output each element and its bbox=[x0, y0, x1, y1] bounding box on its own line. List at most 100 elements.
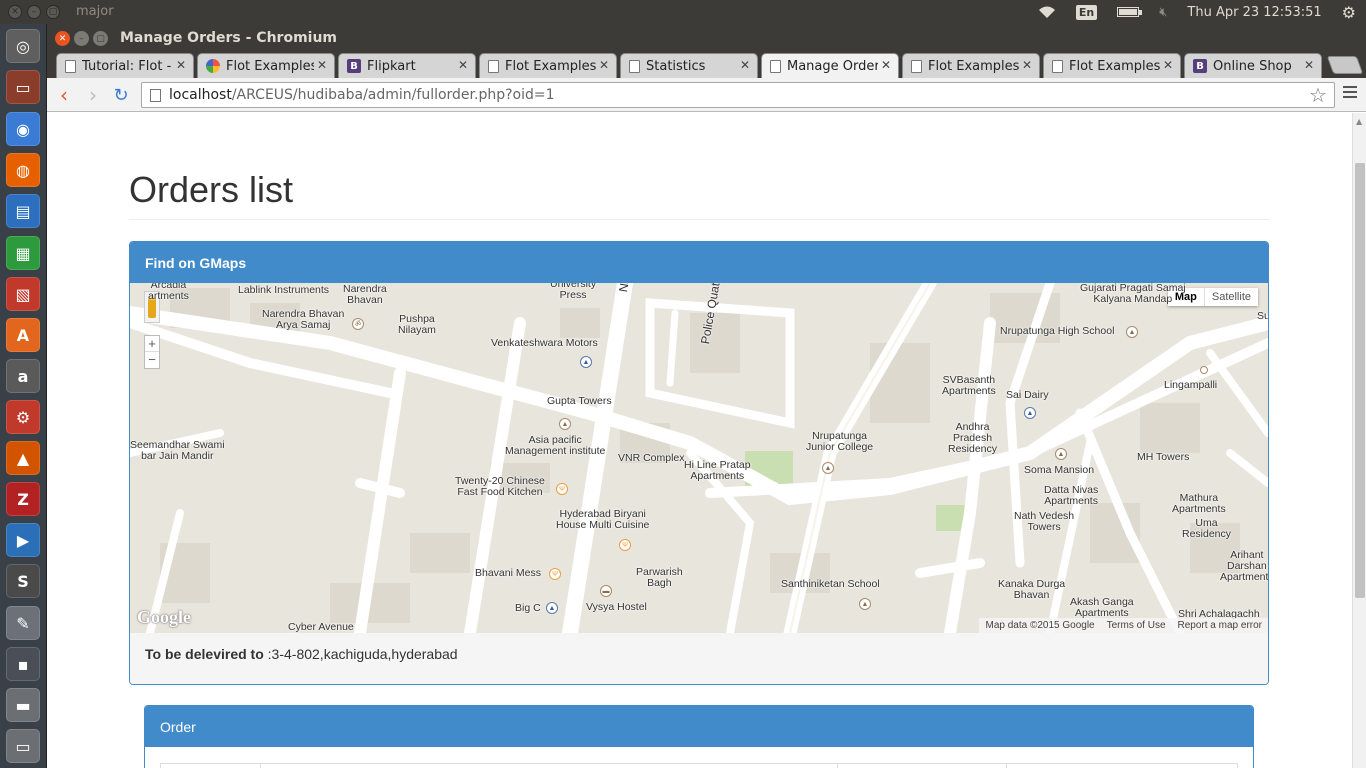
libreoffice-writer-icon[interactable]: ▤ bbox=[6, 194, 40, 228]
order-table-cell bbox=[161, 764, 261, 768]
chrome-menu-icon[interactable] bbox=[1343, 86, 1357, 101]
bookmark-star-icon[interactable]: ☆ bbox=[1309, 83, 1327, 107]
google-logo: Google bbox=[137, 607, 191, 627]
libreoffice-calc-icon[interactable]: ▦ bbox=[6, 236, 40, 270]
browser-tab[interactable]: B Flipkart ✕ bbox=[338, 53, 476, 78]
delivery-label: To be delevired to bbox=[145, 646, 264, 662]
delivery-address: To be delevired to :3-4-802,kachiguda,hy… bbox=[130, 633, 1268, 684]
school-poi-icon[interactable]: ▲ bbox=[559, 418, 571, 430]
map-label-akash: Akash Ganga Apartments bbox=[1070, 596, 1134, 619]
amazon-icon[interactable]: a bbox=[6, 359, 40, 393]
new-tab-button[interactable] bbox=[1326, 56, 1364, 74]
wifi-icon[interactable] bbox=[1028, 0, 1066, 24]
map-label-gujarati: Gujarati Pragati Samaj Kalyana Mandap bbox=[1080, 283, 1186, 305]
tab-label: Flipkart bbox=[367, 58, 416, 74]
page-scrollbar[interactable]: ▲ bbox=[1352, 113, 1366, 768]
address-bar[interactable]: localhost/ARCEUS/hudibaba/admin/fullorde… bbox=[141, 82, 1335, 108]
browser-tab[interactable]: B Online Shop ✕ bbox=[1184, 53, 1322, 78]
map-type-satellite-button[interactable]: Satellite bbox=[1205, 288, 1258, 306]
map-label-gupta: Gupta Towers bbox=[547, 395, 612, 407]
reload-icon[interactable]: ↻ bbox=[110, 84, 132, 106]
page-icon bbox=[150, 88, 161, 102]
terms-of-use-link[interactable]: Terms of Use bbox=[1107, 620, 1166, 631]
libreoffice-impress-icon[interactable]: ▧ bbox=[6, 277, 40, 311]
zoom-out-button[interactable]: − bbox=[145, 352, 159, 368]
text-editor-icon[interactable]: ✎ bbox=[6, 606, 40, 640]
browser-tab[interactable]: Statistics ✕ bbox=[620, 53, 758, 78]
session-gear-icon[interactable]: ⚙ bbox=[1332, 0, 1366, 24]
school-poi-icon[interactable]: ▲ bbox=[1126, 326, 1138, 338]
map-label-nrupatunga-jr: Nrupatunga Junior College bbox=[806, 430, 874, 453]
system-settings-icon[interactable]: ⚙ bbox=[6, 400, 40, 434]
file-manager-icon[interactable]: ▭ bbox=[6, 70, 40, 104]
tab-close-icon[interactable]: ✕ bbox=[1022, 58, 1032, 72]
gmaps-panel-heading: Find on GMaps bbox=[130, 242, 1268, 283]
dairy-poi-icon[interactable]: ▲ bbox=[1024, 407, 1036, 419]
forward-icon[interactable]: › bbox=[82, 83, 104, 107]
restaurant-poi-icon[interactable]: Ψ bbox=[549, 568, 561, 580]
trash-icon[interactable]: ▭ bbox=[6, 729, 40, 763]
map-label-arcadia: Arcadia artments bbox=[148, 283, 189, 302]
browser-tab[interactable]: Flot Examples ✕ bbox=[902, 53, 1040, 78]
keyboard-language-indicator[interactable]: En bbox=[1066, 0, 1107, 24]
dash-home-icon[interactable]: ◎ bbox=[6, 29, 40, 63]
school-poi-icon[interactable]: ▲ bbox=[859, 598, 871, 610]
restaurant-poi-icon[interactable]: Ψ bbox=[619, 539, 631, 551]
scrollbar-thumb[interactable] bbox=[1355, 163, 1365, 598]
indicator-area: En 🔇︎ Thu Apr 23 12:53:51 ⚙ bbox=[1028, 0, 1366, 24]
tab-close-icon[interactable]: ✕ bbox=[1163, 58, 1173, 72]
restaurant-poi-icon[interactable]: Ψ bbox=[556, 483, 568, 495]
workspace-switcher-icon[interactable]: ▪ bbox=[6, 647, 40, 681]
lodging-poi-icon[interactable]: ▬ bbox=[600, 585, 612, 597]
map-label-andhra: Andhra Pradesh Residency bbox=[948, 421, 998, 455]
browser-tab[interactable]: Manage Orders ✕ bbox=[761, 53, 899, 78]
order-table bbox=[160, 763, 1238, 768]
battery-level bbox=[1119, 9, 1138, 15]
browser-tab[interactable]: Flot Examples: ✕ bbox=[1043, 53, 1181, 78]
filezilla-icon[interactable]: Z bbox=[6, 482, 40, 516]
battery-icon[interactable] bbox=[1107, 0, 1149, 24]
back-icon[interactable]: ‹ bbox=[53, 83, 75, 107]
map-label-narendra-arya: Narendra Bhavan Arya Samaj bbox=[262, 308, 345, 331]
order-table-cell bbox=[261, 764, 838, 768]
firefox-icon[interactable]: ◍ bbox=[6, 153, 40, 187]
tab-close-icon[interactable]: ✕ bbox=[176, 58, 186, 72]
window-minimize-icon[interactable]: – bbox=[74, 31, 89, 46]
sublime-text-icon[interactable]: S bbox=[6, 564, 40, 598]
minimize-icon[interactable]: – bbox=[27, 5, 41, 19]
shop-poi-icon[interactable]: ▲ bbox=[546, 602, 558, 614]
close-icon[interactable]: ✕ bbox=[8, 5, 22, 19]
google-map[interactable]: + − Map Satellite Arcadia artments Lablin… bbox=[130, 283, 1268, 633]
tab-close-icon[interactable]: ✕ bbox=[740, 58, 750, 72]
school-poi-icon[interactable]: ▲ bbox=[1055, 448, 1067, 460]
report-map-error-link[interactable]: Report a map error bbox=[1178, 620, 1262, 631]
tab-close-icon[interactable]: ✕ bbox=[458, 58, 468, 72]
map-data-credit: Map data ©2015 Google bbox=[985, 620, 1095, 631]
browser-tab[interactable]: Flot Examples: ✕ bbox=[479, 53, 617, 78]
temple-poi-icon[interactable]: ॐ bbox=[352, 318, 364, 330]
maximize-icon[interactable]: ▢ bbox=[46, 5, 60, 19]
browser-tab[interactable]: Tutorial: Flot - ✕ bbox=[56, 53, 194, 78]
tab-close-icon[interactable]: ✕ bbox=[881, 58, 891, 72]
page-title: Orders list bbox=[129, 169, 294, 210]
zoom-in-button[interactable]: + bbox=[145, 336, 159, 352]
media-player-icon[interactable]: ▶ bbox=[6, 523, 40, 557]
point-poi-icon[interactable] bbox=[1200, 366, 1208, 374]
window-maximize-icon[interactable]: ▢ bbox=[93, 31, 108, 46]
bank-poi-icon[interactable]: ▲ bbox=[580, 356, 592, 368]
browser-tab[interactable]: Flot Examples ✕ bbox=[197, 53, 335, 78]
vlc-icon[interactable]: ▲ bbox=[6, 441, 40, 475]
school-poi-icon[interactable]: ▲ bbox=[822, 462, 834, 474]
scroll-up-icon[interactable]: ▲ bbox=[1356, 117, 1362, 126]
map-label-soma: Soma Mansion bbox=[1024, 464, 1095, 476]
clock[interactable]: Thu Apr 23 12:53:51 bbox=[1177, 0, 1331, 24]
tab-close-icon[interactable]: ✕ bbox=[599, 58, 609, 72]
drive-icon[interactable]: ▬ bbox=[6, 688, 40, 722]
tab-close-icon[interactable]: ✕ bbox=[317, 58, 327, 72]
window-close-icon[interactable]: ✕ bbox=[55, 31, 70, 46]
volume-muted-icon[interactable]: 🔇︎ bbox=[1149, 0, 1177, 24]
tab-close-icon[interactable]: ✕ bbox=[1304, 58, 1314, 72]
map-label-arihant: Arihant Darshan Apartments bbox=[1220, 549, 1268, 583]
chromium-icon[interactable]: ◉ bbox=[6, 112, 40, 146]
software-center-icon[interactable]: A bbox=[6, 318, 40, 352]
